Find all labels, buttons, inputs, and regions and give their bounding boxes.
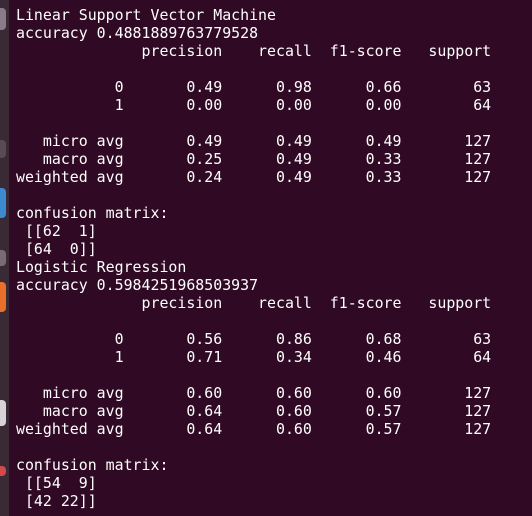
terminal-line: 1 0.71 0.34 0.46 64 xyxy=(16,348,492,366)
terminal-line: confusion matrix: xyxy=(16,456,169,474)
desktop-screen: Linear Support Vector Machine accuracy 0… xyxy=(0,0,532,516)
terminal-line: Logistic Regression xyxy=(16,258,187,276)
terminal-line: [42 22]] xyxy=(16,492,97,510)
terminal-line: [64 0]] xyxy=(16,240,97,258)
dock-icon-6[interactable] xyxy=(0,400,6,426)
terminal-line: precision recall f1-score support xyxy=(16,42,492,60)
dock-icon-5[interactable] xyxy=(0,282,6,312)
terminal-line: 0 0.56 0.86 0.68 63 xyxy=(16,330,492,348)
dock-icon-3[interactable] xyxy=(0,188,6,218)
dock-icon-4[interactable] xyxy=(0,250,6,266)
terminal-line: macro avg 0.25 0.49 0.33 127 xyxy=(16,150,492,168)
terminal-line: weighted avg 0.24 0.49 0.33 127 xyxy=(16,168,492,186)
terminal-line: accuracy 0.4881889763779528 xyxy=(16,24,259,42)
terminal-line: precision recall f1-score support xyxy=(16,294,492,312)
launcher-dock xyxy=(0,0,9,516)
dock-icon-1[interactable] xyxy=(0,8,6,30)
terminal-line: accuracy 0.5984251968503937 xyxy=(16,276,259,294)
terminal-output[interactable]: Linear Support Vector Machine accuracy 0… xyxy=(16,6,532,516)
terminal-line: weighted avg 0.64 0.60 0.57 127 xyxy=(16,420,492,438)
terminal-line: micro avg 0.49 0.49 0.49 127 xyxy=(16,132,492,150)
terminal-line: Linear Support Vector Machine xyxy=(16,6,276,24)
terminal-line: 0 0.49 0.98 0.66 63 xyxy=(16,78,492,96)
terminal-line: confusion matrix: xyxy=(16,204,169,222)
terminal-line: [[62 1] xyxy=(16,222,97,240)
terminal-line: macro avg 0.64 0.60 0.57 127 xyxy=(16,402,492,420)
terminal-line: 1 0.00 0.00 0.00 64 xyxy=(16,96,492,114)
terminal-line: [[54 9] xyxy=(16,474,97,492)
dock-icon-7[interactable] xyxy=(0,466,6,476)
terminal-line: micro avg 0.60 0.60 0.60 127 xyxy=(16,384,492,402)
dock-icon-2[interactable] xyxy=(0,140,6,158)
